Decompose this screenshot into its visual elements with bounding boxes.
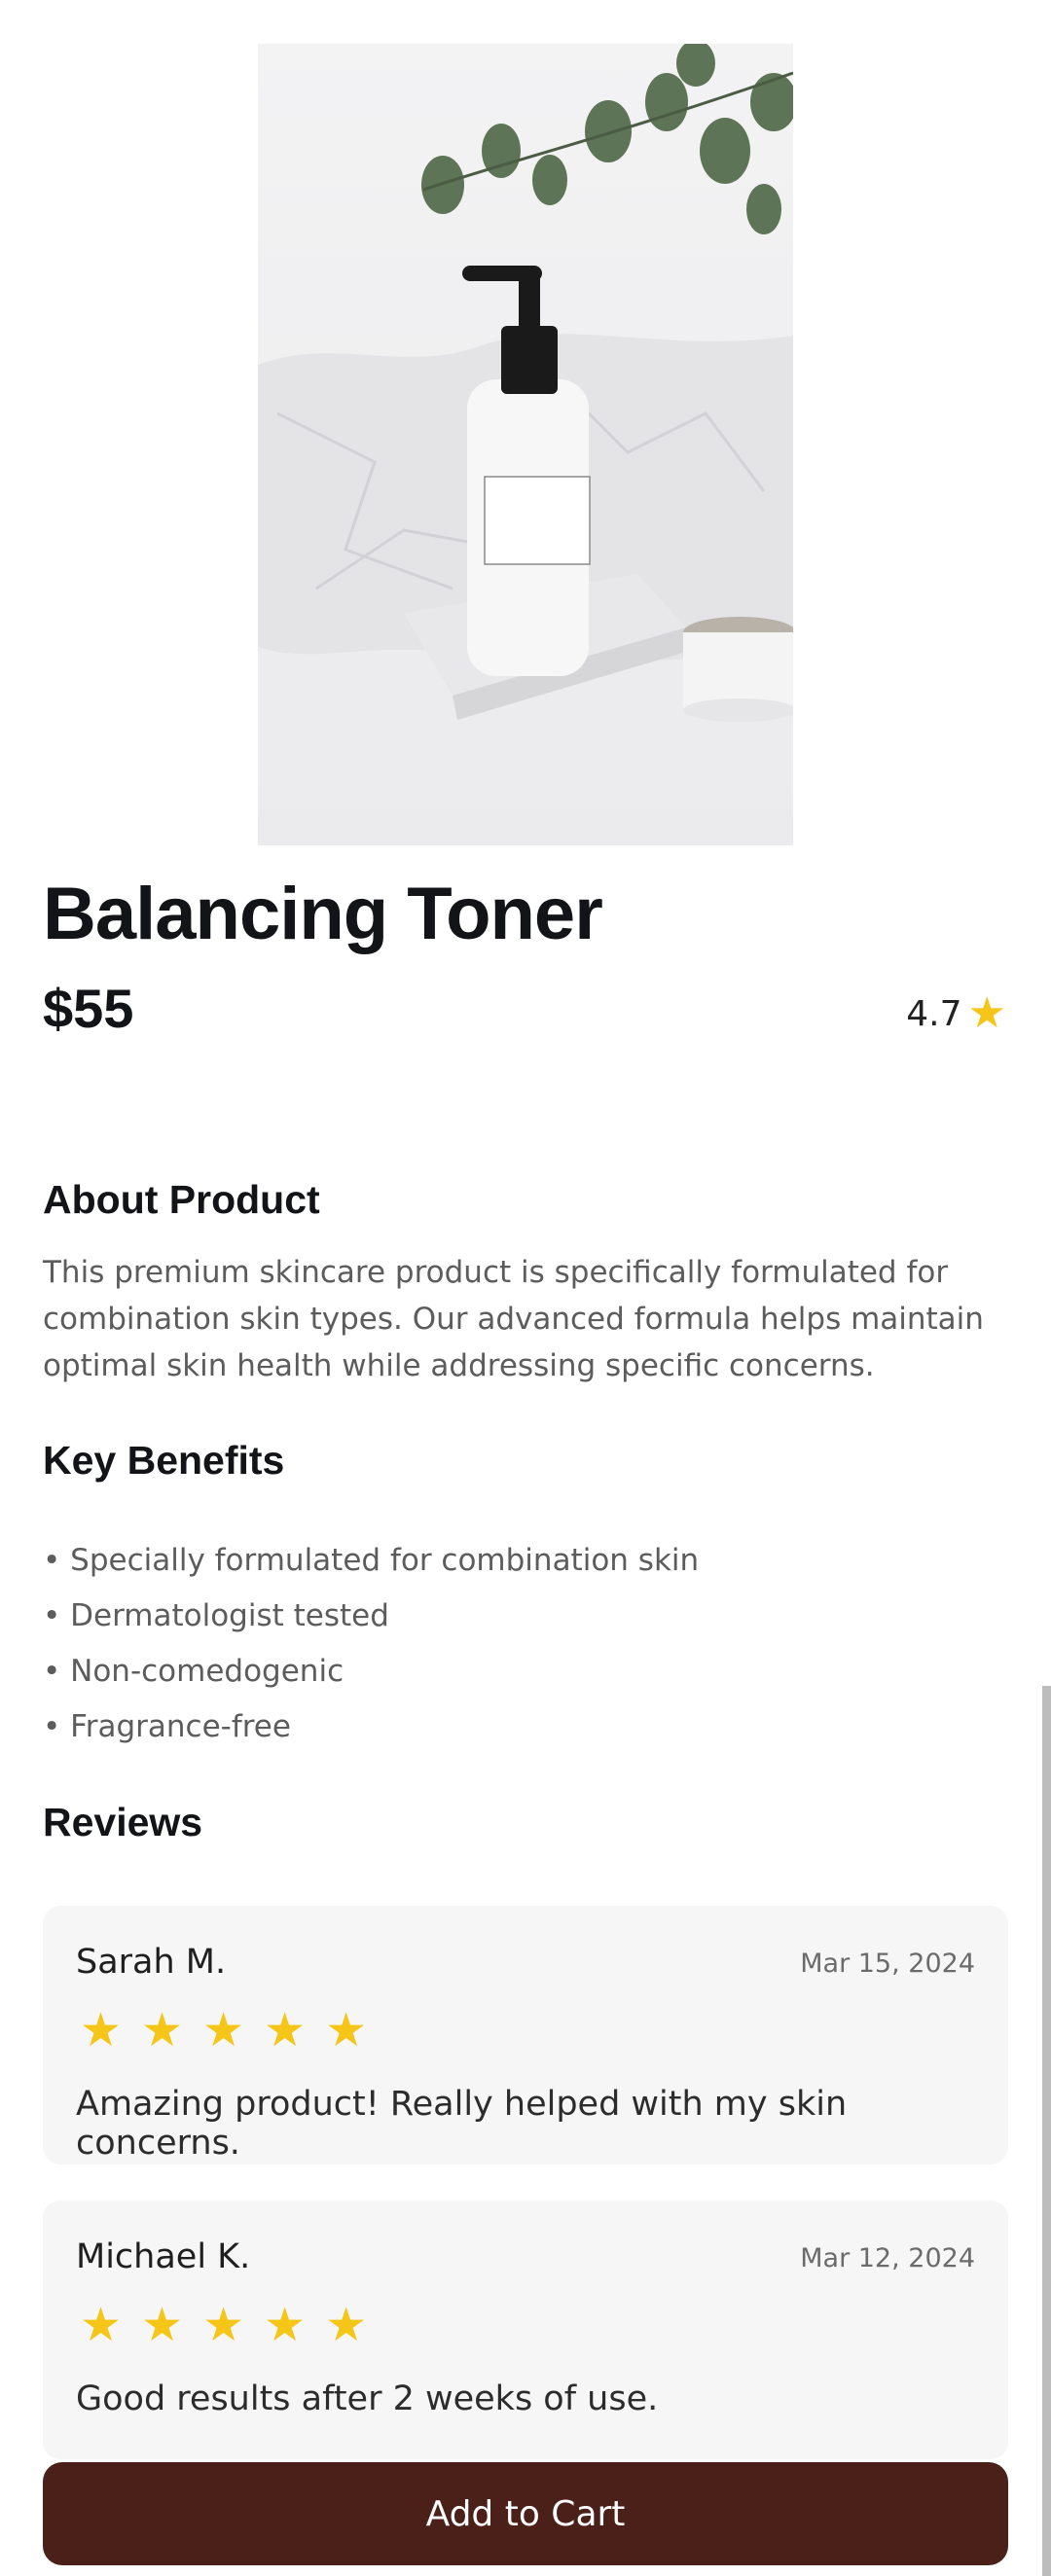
benefits-heading: Key Benefits — [43, 1438, 285, 1483]
about-description: This premium skincare product is specifi… — [43, 1255, 984, 1383]
about-heading: About Product — [43, 1177, 320, 1222]
review-stars: ★ ★ ★ ★ ★ — [80, 2007, 367, 2054]
rating-value: 4.7 — [906, 993, 962, 1034]
review-text: Good results after 2 weeks of use. — [76, 2379, 659, 2418]
review-text: Amazing product! Really helped with my s… — [76, 2085, 848, 2163]
star-icon: ★ — [325, 2298, 368, 2352]
benefits-list: Specially formulated for combination ski… — [43, 1533, 699, 1755]
review-date: Mar 15, 2024 — [800, 1949, 975, 1979]
benefit-item: Dermatologist tested — [43, 1589, 699, 1644]
review-date: Mar 12, 2024 — [800, 2243, 975, 2273]
scrollbar[interactable] — [1042, 1686, 1051, 2576]
add-to-cart-button[interactable]: Add to Cart — [43, 2462, 1008, 2565]
review-author: Sarah M. — [76, 1943, 227, 1982]
product-price: $55 — [43, 978, 134, 1039]
review-card: Michael K. Mar 12, 2024 ★ ★ ★ ★ ★ Good r… — [43, 2200, 1008, 2459]
star-icon: ★ — [264, 2003, 307, 2057]
star-icon: ★ — [80, 2298, 123, 2352]
star-icon: ★ — [141, 2003, 184, 2057]
product-detail-page: Balancing Toner $55 4.7 ★ About Product … — [0, 0, 1051, 2576]
product-rating: 4.7 ★ — [906, 992, 1006, 1035]
review-stars: ★ ★ ★ ★ ★ — [80, 2302, 367, 2348]
star-icon: ★ — [202, 2003, 245, 2057]
reviews-heading: Reviews — [43, 1800, 203, 1844]
product-image — [258, 44, 793, 845]
benefit-item: Fragrance-free — [43, 1699, 699, 1755]
review-card: Sarah M. Mar 15, 2024 ★ ★ ★ ★ ★ Amazing … — [43, 1906, 1008, 2165]
benefit-item: Non-comedogenic — [43, 1644, 699, 1699]
benefit-item: Specially formulated for combination ski… — [43, 1533, 699, 1589]
star-icon: ★ — [325, 2003, 368, 2057]
product-title: Balancing Toner — [43, 873, 603, 955]
star-icon: ★ — [202, 2298, 245, 2352]
star-icon: ★ — [141, 2298, 184, 2352]
star-icon: ★ — [80, 2003, 123, 2057]
review-author: Michael K. — [76, 2237, 251, 2276]
star-icon: ★ — [967, 988, 1006, 1038]
star-icon: ★ — [264, 2298, 307, 2352]
